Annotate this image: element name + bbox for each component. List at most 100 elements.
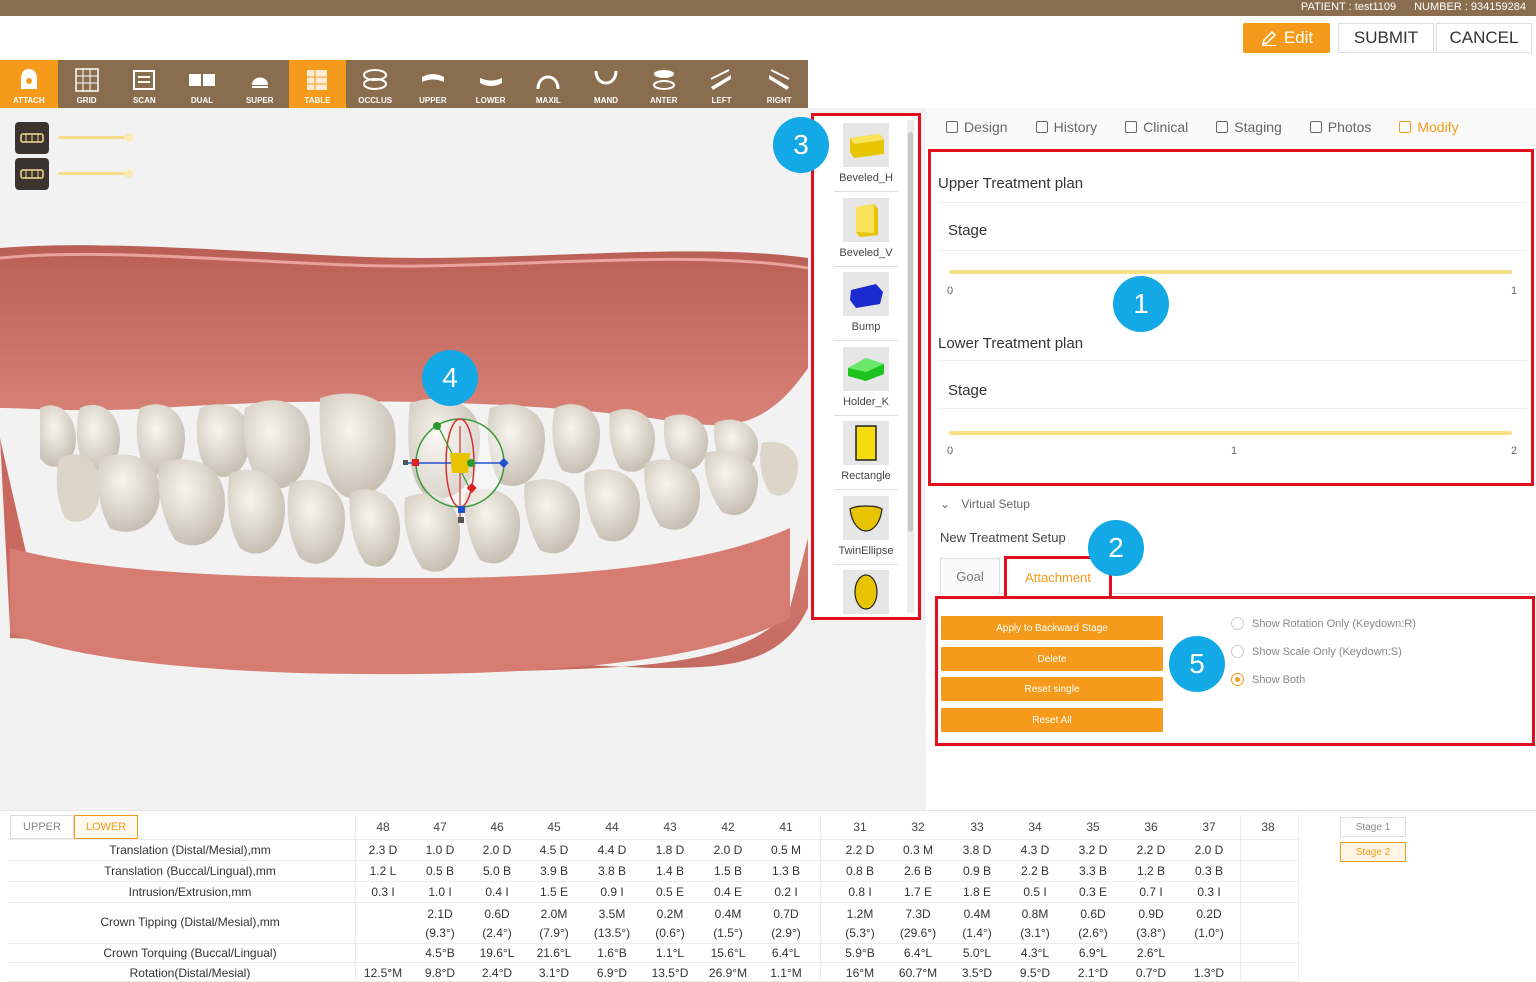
radio-button[interactable] (1231, 645, 1244, 658)
table-cell: 3.8 D (962, 843, 992, 857)
callout-1: 1 (1113, 276, 1169, 332)
toolbar-label: OCCLUS (358, 96, 393, 105)
shape-item-beveled-v[interactable]: Beveled_V (834, 195, 898, 267)
attachment-shapes-list[interactable]: Beveled_H Beveled_V Bump Holder_K Rectangle T… (811, 113, 921, 620)
radio-label: Show Both (1252, 673, 1306, 686)
shape-item-beveled-h[interactable]: Beveled_H (834, 120, 898, 192)
divider (938, 250, 1528, 251)
table-cell: 16°M (845, 966, 875, 980)
tab-label: Photos (1327, 119, 1372, 135)
toolbar-grid-button[interactable]: GRID (58, 60, 116, 108)
radio-label: Show Rotation Only (Keydown:R) (1252, 617, 1416, 630)
apply-backward-stage-button[interactable]: Apply to Backward Stage (941, 616, 1163, 640)
beveled-h-icon (843, 123, 889, 167)
toolbar-left-button[interactable]: LEFT (693, 60, 751, 108)
lower-tick-2: 2 (1511, 445, 1518, 457)
table-cell: 3.5M (598, 907, 626, 921)
tab-history[interactable]: History (1022, 108, 1112, 146)
table-cell: (13.5°) (593, 926, 631, 940)
submit-button[interactable]: SUBMIT (1338, 23, 1434, 53)
table-cell: 2.4°D (481, 966, 513, 980)
toolbar-scan-button[interactable]: SCAN (115, 60, 173, 108)
toolbar-mand-button[interactable]: MAND (577, 60, 635, 108)
tab-photos[interactable]: Photos (1296, 108, 1386, 146)
cancel-button[interactable]: CANCEL (1436, 23, 1532, 53)
app-window: PATIENT : test1109 NUMBER : 934159284 Ed… (0, 0, 1536, 982)
shape-item-ellipse[interactable] (834, 567, 898, 617)
radio-option[interactable]: Show Both (1231, 673, 1305, 686)
toolbar-lower-button[interactable]: LOWER (462, 60, 520, 108)
arch-tab-upper[interactable]: UPPER (10, 815, 74, 839)
edit-button[interactable]: Edit (1243, 23, 1330, 53)
shape-item-rectangle[interactable]: Rectangle (834, 418, 898, 490)
table-cell: 1.3 B (771, 864, 801, 878)
lower-opacity-toggle[interactable] (15, 158, 49, 190)
tooth-number-header: 45 (547, 820, 561, 834)
table-cell: 1.0 D (425, 843, 455, 857)
treatment-plans: Upper Treatment plan Stage 0 1 Lower Tre… (928, 149, 1534, 486)
table-cell: 5.9°B (845, 946, 875, 960)
table-cell: (5.3°) (845, 926, 875, 940)
toolbar-super-button[interactable]: SUPER (231, 60, 289, 108)
shape-item-bump[interactable]: Bump (834, 269, 898, 341)
stage-item[interactable]: Stage 2 (1340, 842, 1406, 862)
table-cell: 0.2M (656, 907, 684, 921)
grid-icon (74, 68, 99, 92)
toolbar-table-button[interactable]: TABLE (288, 60, 347, 108)
table-cell: (2.9°) (771, 926, 801, 940)
table-cell: 5.0°L (962, 946, 992, 960)
virtual-setup-toggle[interactable]: ⌄ Virtual Setup (940, 497, 1030, 511)
shapes-scroll-thumb[interactable] (908, 132, 913, 532)
tab-label: Modify (1417, 119, 1459, 135)
radio-option[interactable]: Show Rotation Only (Keydown:R) (1231, 617, 1416, 630)
shape-label: Beveled_V (839, 246, 893, 259)
radio-button[interactable] (1231, 673, 1244, 686)
shape-item-holder-k[interactable]: Holder_K (834, 344, 898, 416)
toolbar-dual-button[interactable]: DUAL (173, 60, 231, 108)
table-cell: 0.7 I (1139, 885, 1163, 899)
shape-label: TwinEllipse (838, 544, 894, 557)
reset-single-button[interactable]: Reset single (941, 677, 1163, 701)
lower-opacity-slider[interactable] (58, 169, 133, 178)
table-cell: 3.9 B (539, 864, 569, 878)
radio-button[interactable] (1231, 617, 1244, 630)
tab-staging[interactable]: Staging (1202, 108, 1295, 146)
toolbar-attach-button[interactable]: ATTACH (0, 60, 58, 108)
table-cell: (7.9°) (539, 926, 569, 940)
lower-tick-1: 1 (1231, 445, 1238, 457)
table-cell: 3.3 B (1078, 864, 1108, 878)
table-column-divider (820, 815, 821, 982)
table-cell: (9.3°) (425, 926, 455, 940)
radio-option[interactable]: Show Scale Only (Keydown:S) (1231, 645, 1402, 658)
lower-tick-0: 0 (947, 445, 954, 457)
shape-item-twinellipse[interactable]: TwinEllipse (834, 493, 898, 565)
table-cell: 5.0 B (482, 864, 512, 878)
divider (938, 202, 1528, 203)
toolbar-right-button[interactable]: RIGHT (750, 60, 808, 108)
toolbar-anter-button[interactable]: ANTER (635, 60, 693, 108)
reset-all-button[interactable]: Reset All (941, 708, 1163, 732)
3d-viewport[interactable]: 4 (0, 108, 808, 810)
lower-stage-slider[interactable] (949, 431, 1512, 435)
shapes-scrollbar[interactable] (907, 120, 914, 613)
tab-modify[interactable]: Modify (1385, 108, 1472, 146)
toolbar-upper-button[interactable]: UPPER (404, 60, 462, 108)
upper-opacity-slider[interactable] (58, 133, 133, 142)
shape-label: Beveled_H (839, 172, 893, 184)
toolbar-maxil-button[interactable]: MAXIL (519, 60, 577, 108)
stage-item[interactable]: Stage 1 (1340, 817, 1406, 837)
pencil-icon (1261, 30, 1276, 47)
tab-design[interactable]: Design (932, 108, 1022, 146)
dental-model-scene[interactable] (0, 108, 808, 810)
toolbar-occlus-button[interactable]: OCCLUS (346, 60, 404, 108)
table-cell: 0.5 B (425, 864, 455, 878)
toolbar-spacer (808, 60, 1536, 108)
arch-tab-lower[interactable]: LOWER (74, 815, 138, 839)
upper-stage-slider[interactable] (949, 270, 1512, 274)
table-divider (8, 860, 1298, 861)
tab-goal[interactable]: Goal (940, 558, 1000, 594)
tab-clinical[interactable]: Clinical (1111, 108, 1202, 146)
upper-opacity-toggle[interactable] (15, 122, 49, 154)
toolbar-label: RIGHT (766, 96, 792, 105)
delete-button[interactable]: Delete (941, 647, 1163, 671)
